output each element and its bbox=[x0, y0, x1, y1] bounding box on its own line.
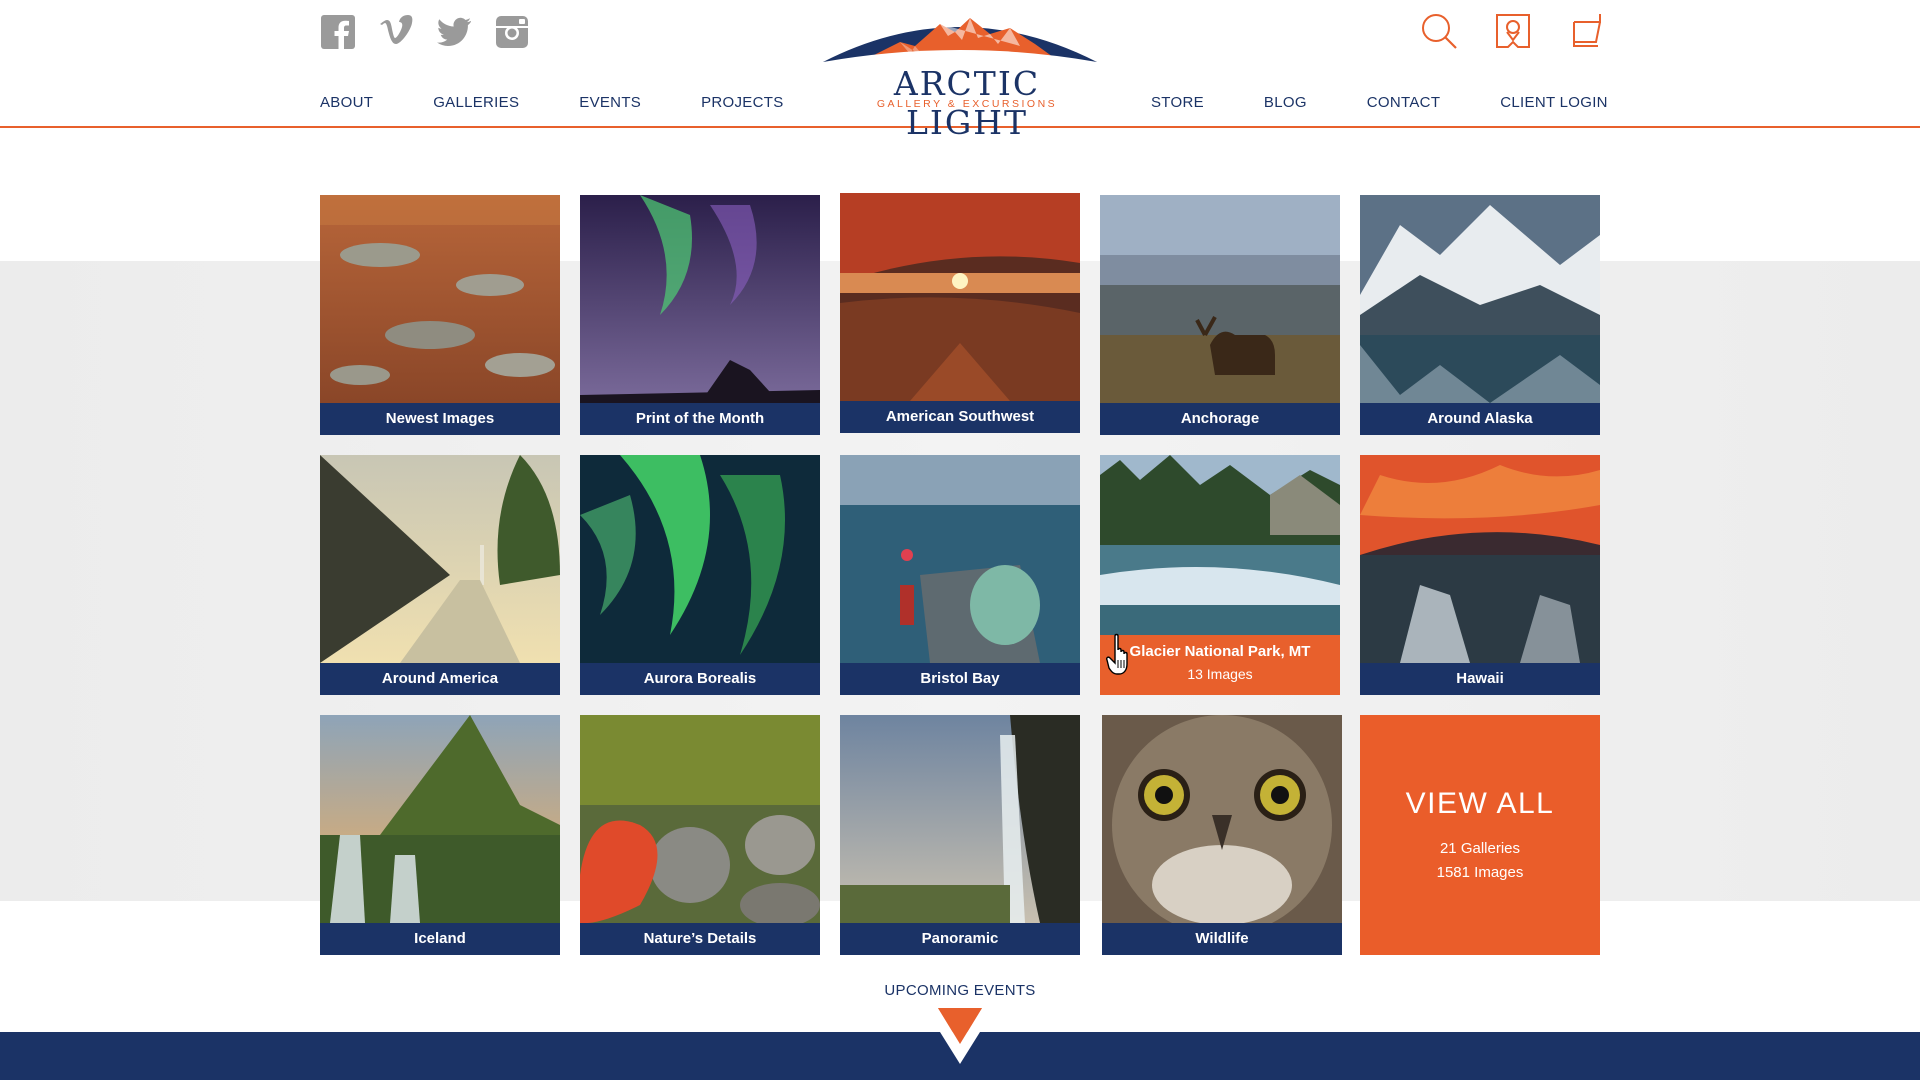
view-all-galleries-count: 21 Galleries bbox=[1439, 840, 1521, 857]
gallery-tile-american-southwest[interactable]: American Southwest bbox=[840, 193, 1080, 433]
vimeo-icon[interactable] bbox=[378, 14, 414, 50]
gallery-caption: Print of the Month bbox=[580, 403, 820, 435]
nav-contact[interactable]: CONTACT bbox=[1367, 94, 1440, 111]
gallery-title: Around Alaska bbox=[1427, 410, 1533, 427]
site-logo[interactable]: ARCTIC LIGHT GALLERY & EXCURSIONS bbox=[820, 14, 1100, 142]
gallery-title: Hawaii bbox=[1456, 670, 1504, 687]
gallery-tile-around-alaska[interactable]: Around Alaska bbox=[1360, 195, 1600, 435]
gallery-photo bbox=[1100, 455, 1340, 635]
gallery-title: Glacier National Park, MT bbox=[1129, 643, 1311, 660]
nav-events[interactable]: EVENTS bbox=[579, 94, 641, 111]
search-icon[interactable] bbox=[1420, 12, 1458, 50]
gallery-title: Around America bbox=[381, 670, 499, 687]
gallery-photo bbox=[840, 455, 1080, 663]
upcoming-events-link[interactable]: UPCOMING EVENTS bbox=[0, 982, 1920, 999]
gallery-photo bbox=[580, 715, 820, 923]
instagram-icon[interactable] bbox=[494, 14, 530, 50]
gallery-caption: Newest Images bbox=[320, 403, 560, 435]
gallery-tile-wildlife[interactable]: Wildlife bbox=[1102, 715, 1342, 955]
view-all-label: VIEW ALL bbox=[1405, 787, 1555, 820]
gallery-tile-newest-images[interactable]: Newest Images bbox=[320, 195, 560, 435]
gallery-photo bbox=[1100, 195, 1340, 403]
gallery-tile-iceland[interactable]: Iceland bbox=[320, 715, 560, 955]
gallery-photo bbox=[840, 715, 1080, 923]
gallery-tile-print-of-the-month[interactable]: Print of the Month bbox=[580, 195, 820, 435]
nav-store[interactable]: STORE bbox=[1151, 94, 1204, 111]
gallery-title: Bristol Bay bbox=[920, 670, 1000, 687]
logo-tagline: GALLERY & EXCURSIONS bbox=[876, 98, 1058, 110]
primary-nav-right: STORE BLOG CONTACT CLIENT LOGIN bbox=[1151, 94, 1608, 111]
gallery-caption: Around America bbox=[320, 663, 560, 695]
gallery-caption: Panoramic bbox=[840, 923, 1080, 955]
utility-links bbox=[1420, 12, 1606, 50]
location-icon[interactable] bbox=[1494, 12, 1532, 50]
gallery-title: Iceland bbox=[414, 930, 466, 947]
gallery-caption: American Southwest bbox=[840, 401, 1080, 433]
gallery-title: American Southwest bbox=[885, 408, 1035, 425]
gallery-photo bbox=[320, 195, 560, 403]
gallery-title: Newest Images bbox=[385, 410, 495, 427]
nav-client-login[interactable]: CLIENT LOGIN bbox=[1500, 94, 1608, 111]
gallery-title: Aurora Borealis bbox=[643, 670, 757, 687]
social-links bbox=[320, 14, 530, 50]
nav-projects[interactable]: PROJECTS bbox=[701, 94, 783, 111]
gallery-title: Print of the Month bbox=[635, 410, 765, 427]
gallery-photo bbox=[1360, 195, 1600, 403]
gallery-tile-aurora-borealis[interactable]: Aurora Borealis bbox=[580, 455, 820, 695]
twitter-icon[interactable] bbox=[436, 14, 472, 50]
hand-cursor-icon bbox=[1106, 633, 1128, 675]
nav-blog[interactable]: BLOG bbox=[1264, 94, 1307, 111]
gallery-caption: Iceland bbox=[320, 923, 560, 955]
facebook-icon[interactable] bbox=[320, 14, 356, 50]
gallery-title: Nature’s Details bbox=[643, 930, 757, 947]
view-all-stats: 21 Galleries 1581 Images bbox=[1360, 837, 1600, 885]
gallery-caption: Around Alaska bbox=[1360, 403, 1600, 435]
down-arrow-icon[interactable] bbox=[934, 1008, 986, 1064]
nav-about[interactable]: ABOUT bbox=[320, 94, 373, 111]
gallery-tile-anchorage[interactable]: Anchorage bbox=[1100, 195, 1340, 435]
gallery-photo bbox=[320, 455, 560, 663]
gallery-caption: Hawaii bbox=[1360, 663, 1600, 695]
gallery-caption: Wildlife bbox=[1102, 923, 1342, 955]
primary-nav-left: ABOUT GALLERIES EVENTS PROJECTS bbox=[320, 94, 784, 111]
gallery-photo bbox=[1102, 715, 1342, 923]
gallery-title: Wildlife bbox=[1195, 930, 1249, 947]
gallery-caption: Nature’s Details bbox=[580, 923, 820, 955]
gallery-photo bbox=[580, 195, 820, 403]
gallery-title: Anchorage bbox=[1180, 410, 1260, 427]
nav-galleries[interactable]: GALLERIES bbox=[433, 94, 519, 111]
gallery-tile-hawaii[interactable]: Hawaii bbox=[1360, 455, 1600, 695]
gallery-tile-natures-details[interactable]: Nature’s Details bbox=[580, 715, 820, 955]
site-header: ABOUT GALLERIES EVENTS PROJECTS ARCTIC L… bbox=[0, 0, 1920, 142]
gallery-caption: Bristol Bay bbox=[840, 663, 1080, 695]
gallery-title: Panoramic bbox=[921, 930, 999, 947]
gallery-photo bbox=[840, 193, 1080, 401]
gallery-caption: Anchorage bbox=[1100, 403, 1340, 435]
gallery-photo bbox=[580, 455, 820, 663]
gallery-tile-panoramic[interactable]: Panoramic bbox=[840, 715, 1080, 955]
view-all-galleries-button[interactable]: VIEW ALL 21 Galleries 1581 Images bbox=[1360, 715, 1600, 955]
gallery-photo bbox=[320, 715, 560, 923]
gallery-tile-around-america[interactable]: Around America bbox=[320, 455, 560, 695]
view-all-images-count: 1581 Images bbox=[1436, 864, 1524, 881]
gallery-photo bbox=[1360, 455, 1600, 663]
gallery-tile-bristol-bay[interactable]: Bristol Bay bbox=[840, 455, 1080, 695]
gallery-caption: Aurora Borealis bbox=[580, 663, 820, 695]
gallery-grid: Newest Images Print of the Month America… bbox=[320, 193, 1600, 955]
cart-icon[interactable] bbox=[1568, 12, 1606, 50]
